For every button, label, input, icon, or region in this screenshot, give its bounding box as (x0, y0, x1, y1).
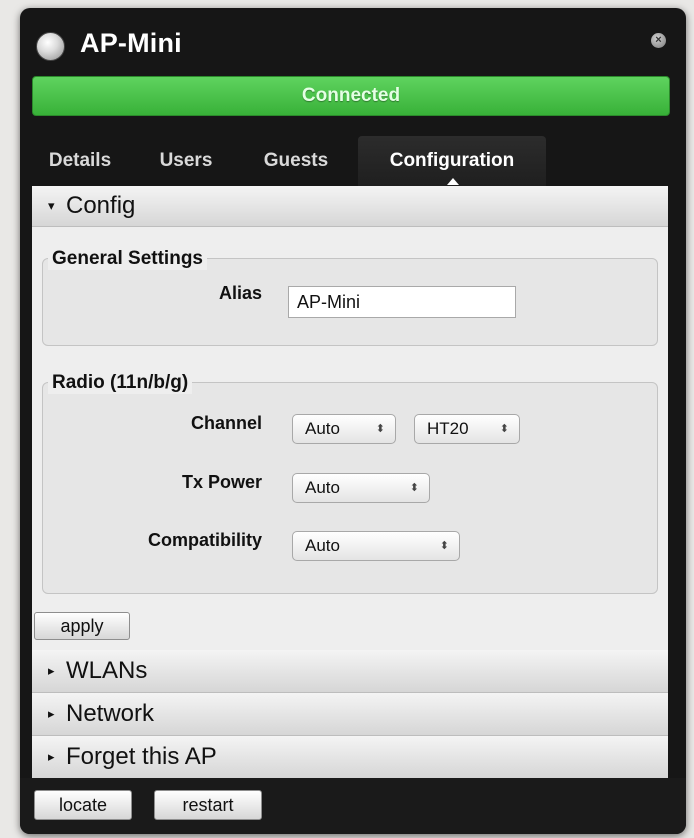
section-wlans-header[interactable]: ▸ WLANs (32, 650, 668, 693)
disclosure-collapsed-icon: ▸ (48, 749, 55, 764)
select-arrows-icon: ⬍ (409, 482, 419, 494)
close-icon[interactable]: × (651, 33, 666, 48)
connection-status-bar: Connected (32, 76, 670, 116)
compatibility-label: Compatibility (147, 530, 262, 550)
configuration-panel: ▾ Config General Settings Alias AP-Mini … (32, 186, 668, 778)
section-forget-ap-label: Forget this AP (66, 743, 217, 770)
tab-users[interactable]: Users (138, 136, 234, 186)
compatibility-value: Auto (305, 536, 340, 555)
device-status-icon (36, 32, 65, 61)
select-arrows-icon: ⬍ (499, 423, 509, 435)
disclosure-collapsed-icon: ▸ (48, 663, 55, 678)
tab-details[interactable]: Details (32, 136, 128, 186)
section-config-label: Config (66, 192, 136, 219)
radio-settings-legend: Radio (11n/b/g) (48, 372, 193, 394)
restart-button[interactable]: restart (154, 790, 262, 820)
locate-button[interactable]: locate (34, 790, 132, 820)
tab-guests[interactable]: Guests (246, 136, 346, 186)
tx-power-label: Tx Power (181, 472, 262, 492)
alias-label: Alias (218, 283, 262, 303)
tx-power-select[interactable]: Auto ⬍ (292, 473, 430, 503)
select-arrows-icon: ⬍ (375, 423, 385, 435)
channel-label: Channel (190, 413, 262, 433)
tab-bar: Details Users Guests Configuration (20, 136, 686, 186)
compatibility-select[interactable]: Auto ⬍ (292, 531, 460, 561)
section-network-label: Network (66, 700, 155, 727)
tx-power-value: Auto (305, 478, 340, 497)
channel-select[interactable]: Auto ⬍ (292, 414, 396, 444)
general-settings-legend: General Settings (48, 248, 207, 270)
disclosure-collapsed-icon: ▸ (48, 706, 55, 721)
channel-width-value: HT20 (427, 419, 469, 438)
disclosure-expanded-icon: ▾ (48, 198, 55, 213)
section-wlans-label: WLANs (66, 657, 148, 684)
channel-width-select[interactable]: HT20 ⬍ (414, 414, 520, 444)
alias-input[interactable]: AP-Mini (288, 286, 516, 318)
apply-button[interactable]: apply (34, 612, 130, 640)
channel-select-value: Auto (305, 419, 340, 438)
title-bar[interactable]: AP-Mini × (20, 8, 686, 80)
window-title: AP-Mini (80, 28, 182, 58)
select-arrows-icon: ⬍ (439, 540, 449, 552)
section-forget-ap-header[interactable]: ▸ Forget this AP (32, 736, 668, 778)
section-config-header[interactable]: ▾ Config (32, 186, 668, 227)
active-tab-pointer (447, 178, 459, 185)
ap-details-window: AP-Mini × Connected Details Users Guests… (20, 8, 686, 834)
section-network-header[interactable]: ▸ Network (32, 693, 668, 736)
action-footer: locate restart (20, 778, 686, 834)
